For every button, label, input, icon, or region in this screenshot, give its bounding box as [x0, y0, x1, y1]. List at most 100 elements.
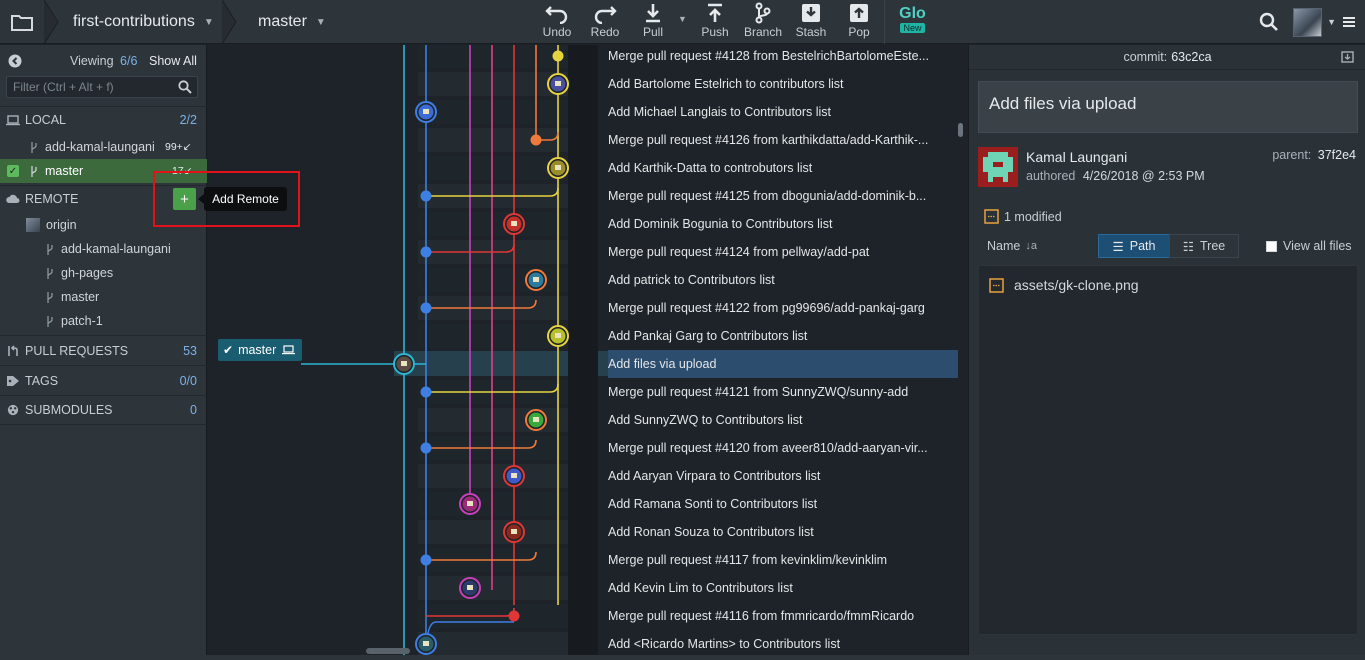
redo-button[interactable]: Redo [582, 2, 628, 42]
graph-vertical-scrollbar[interactable] [958, 123, 963, 137]
remote-branch-item[interactable]: patch-1 [0, 309, 207, 333]
commit-row[interactable]: Add patrick to Contributors list [608, 266, 958, 294]
merge-commit-dot[interactable] [508, 610, 520, 622]
commit-row[interactable]: Add Michael Langlais to Contributors lis… [608, 98, 958, 126]
path-view-toggle[interactable]: ☰ Path [1098, 234, 1170, 258]
path-label: Path [1129, 239, 1156, 253]
graph-horizontal-scrollbar[interactable] [366, 648, 410, 654]
show-all-link[interactable]: Show All [149, 54, 197, 68]
commit-row[interactable]: Merge pull request #4125 from dbogunia/a… [608, 182, 958, 210]
chevron-down-icon: ▼ [203, 16, 214, 28]
branch-icon [755, 2, 771, 24]
commit-row[interactable]: Merge pull request #4128 from Bestelrich… [608, 45, 958, 70]
row-gutter [568, 602, 598, 630]
commit-row[interactable]: Add Ramana Sonti to Contributors list [608, 490, 958, 518]
local-branch-item[interactable]: add-kamal-laungani 99+↙ [0, 135, 207, 159]
tag-icon [7, 375, 19, 386]
avatar-chevron-down-icon[interactable]: ▼ [1327, 17, 1336, 27]
local-section-header[interactable]: LOCAL 2/2 [0, 106, 207, 132]
merge-commit-dot[interactable] [530, 134, 542, 146]
check-icon: ✔ [223, 343, 234, 357]
add-remote-button[interactable]: + [173, 188, 196, 210]
row-gutter [568, 238, 598, 266]
pop-button[interactable]: Pop [836, 2, 882, 42]
merge-commit-dot[interactable] [420, 554, 432, 566]
pull-button[interactable]: Pull [630, 2, 676, 42]
user-avatar[interactable] [1293, 7, 1323, 37]
merge-commit-dot[interactable] [420, 190, 432, 202]
parent-sha[interactable]: 37f2e4 [1318, 148, 1356, 162]
search-icon[interactable] [1259, 12, 1279, 32]
collapse-sidebar-icon[interactable] [8, 54, 22, 68]
commit-row[interactable]: Add Pankaj Garg to Contributors list [608, 322, 958, 350]
commit-row[interactable]: Add Aaryan Virpara to Contributors list [608, 462, 958, 490]
authored-line: authored 4/26/2018 @ 2:53 PM [1026, 169, 1205, 183]
push-button[interactable]: Push [692, 2, 738, 42]
filter-placeholder: Filter (Ctrl + Alt + f) [13, 80, 114, 94]
tree-label: Tree [1199, 239, 1226, 253]
branch-button[interactable]: Branch [740, 2, 786, 42]
branch-name: master [45, 164, 84, 178]
tree-view-toggle[interactable]: ☷ Tree [1169, 234, 1239, 258]
row-gutter [568, 350, 598, 378]
pull-requests-count: 53 [183, 343, 197, 358]
commit-row[interactable]: Merge pull request #4124 from pellway/ad… [608, 238, 958, 266]
branch-tab[interactable]: master ▼ [258, 0, 326, 44]
pixel-avatar-icon [401, 361, 407, 366]
commit-row[interactable]: Merge pull request #4117 from kevinklim/… [608, 546, 958, 574]
commit-row[interactable]: Add Kevin Lim to Contributors list [608, 574, 958, 602]
merge-commit-dot[interactable] [420, 442, 432, 454]
view-all-files-checkbox[interactable]: View all files [1266, 234, 1352, 258]
tags-section-header[interactable]: TAGS 0/0 [0, 365, 207, 395]
toolbar: first-contributions ▼ master ▼ Undo Redo… [0, 0, 1365, 44]
remote-branch-item[interactable]: gh-pages [0, 261, 207, 285]
submodules-section-header[interactable]: SUBMODULES 0 [0, 395, 207, 425]
merge-commit-dot[interactable] [552, 50, 564, 62]
repo-tab[interactable]: first-contributions ▼ [73, 0, 214, 44]
branch-icon [47, 243, 53, 255]
commit-row[interactable]: Add <Ricardo Martins> to Contributors li… [608, 630, 958, 658]
authored-date: 4/26/2018 @ 2:53 PM [1082, 169, 1205, 183]
file-row[interactable]: assets/gk-clone.png [979, 274, 1357, 296]
pixel-avatar-icon [467, 501, 473, 506]
commit-row[interactable]: Merge pull request #4116 from fmmricardo… [608, 602, 958, 630]
glo-button[interactable]: Glo New [884, 0, 940, 44]
stash-button[interactable]: Stash [788, 2, 834, 42]
commit-sha[interactable]: 63c2ca [1171, 50, 1211, 64]
undo-label: Undo [542, 25, 572, 39]
filter-input[interactable]: Filter (Ctrl + Alt + f) [6, 76, 198, 98]
commit-summary[interactable]: Add files via upload [978, 81, 1358, 133]
pixel-avatar-icon [555, 165, 561, 170]
commit-row[interactable]: Add Bartolome Estelrich to contributors … [608, 70, 958, 98]
remote-branch-item[interactable]: add-kamal-laungani [0, 237, 207, 261]
undo-button[interactable]: Undo [534, 2, 580, 42]
row-gutter [568, 630, 598, 658]
local-count: 2/2 [179, 112, 197, 127]
commit-row-selected[interactable]: Add files via upload [608, 350, 958, 378]
sort-by-name[interactable]: Name ↓a [987, 234, 1037, 258]
commit-row[interactable]: Merge pull request #4126 from karthikdat… [608, 126, 958, 154]
commit-row[interactable]: Add Dominik Bogunia to Contributors list [608, 210, 958, 238]
merge-commit-dot[interactable] [420, 386, 432, 398]
commit-row[interactable]: Add Karthik-Datta to controbutors list [608, 154, 958, 182]
master-branch-label[interactable]: ✔ master [218, 339, 302, 361]
hamburger-menu-icon[interactable] [1342, 15, 1356, 29]
tree-icon: ☷ [1182, 239, 1194, 254]
pull-options-chevron-icon[interactable]: ▼ [678, 14, 687, 24]
download-patch-icon[interactable] [1341, 51, 1354, 63]
viewing-label: Viewing [70, 54, 114, 68]
commit-row[interactable]: Add Ronan Souza to Contributors list [608, 518, 958, 546]
row-gutter [568, 126, 598, 154]
commit-row[interactable]: Merge pull request #4121 from SunnyZWQ/s… [608, 378, 958, 406]
pull-requests-section-header[interactable]: PULL REQUESTS 53 [0, 335, 207, 365]
commit-row[interactable]: Add SunnyZWQ to Contributors list [608, 406, 958, 434]
merge-commit-dot[interactable] [420, 302, 432, 314]
repo-folder-button[interactable] [0, 0, 44, 44]
commit-row[interactable]: Merge pull request #4122 from pg99696/ad… [608, 294, 958, 322]
commit-row[interactable]: Merge pull request #4120 from aveer810/a… [608, 434, 958, 462]
remote-branch-item[interactable]: master [0, 285, 207, 309]
merge-commit-dot[interactable] [420, 246, 432, 258]
glo-label: Glo [899, 5, 926, 22]
glo-new-badge: New [900, 23, 925, 33]
checkbox-icon [1266, 240, 1277, 252]
